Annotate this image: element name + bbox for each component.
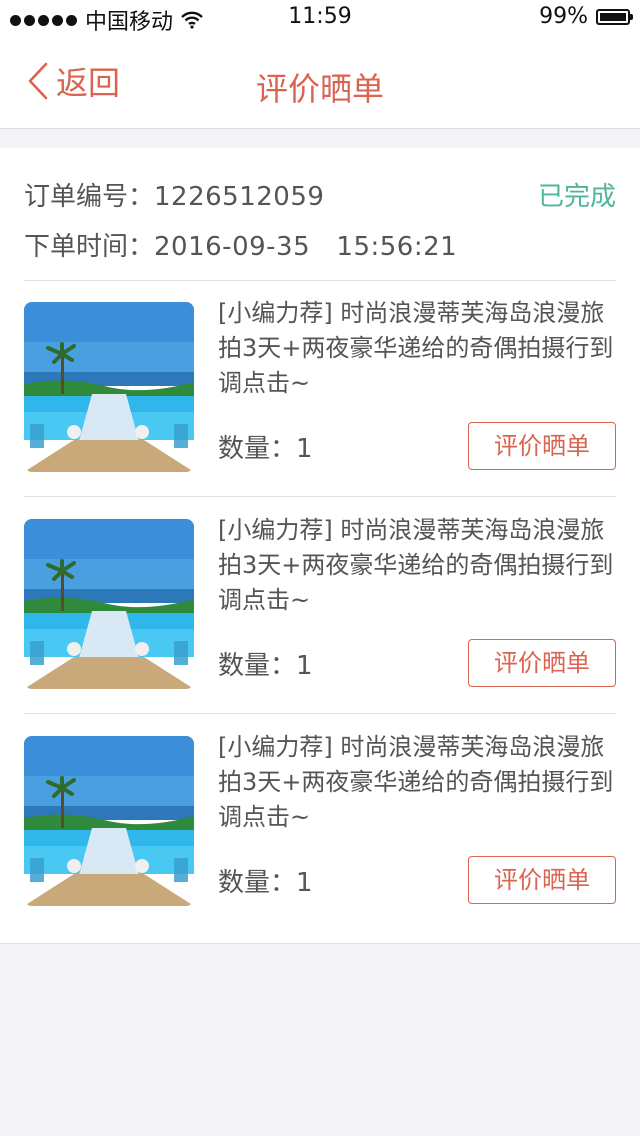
order-number-label: 订单编号： bbox=[24, 182, 155, 212]
quantity: 数量：1 bbox=[218, 645, 313, 682]
quantity: 数量：1 bbox=[218, 428, 313, 465]
quantity-value: 1 bbox=[296, 651, 313, 681]
order-number-row: 订单编号：1226512059 bbox=[24, 176, 324, 213]
product-thumbnail[interactable] bbox=[24, 302, 194, 472]
battery-icon bbox=[596, 8, 633, 25]
order-card: 订单编号：1226512059 下单时间：2016-09-35 15:56:21… bbox=[0, 148, 640, 944]
order-number-value: 1226512059 bbox=[154, 182, 325, 212]
battery-percent: 99% bbox=[539, 4, 588, 29]
quantity-value: 1 bbox=[296, 868, 313, 898]
order-time-label: 下单时间： bbox=[24, 232, 155, 262]
review-button[interactable]: 评价晒单 bbox=[468, 856, 616, 904]
review-button[interactable]: 评价晒单 bbox=[468, 639, 616, 687]
quantity: 数量：1 bbox=[218, 862, 313, 899]
order-time-value: 2016-09-35 15:56:21 bbox=[154, 232, 458, 262]
product-thumbnail[interactable] bbox=[24, 519, 194, 689]
quantity-label: 数量： bbox=[218, 868, 297, 898]
quantity-value: 1 bbox=[296, 434, 313, 464]
order-header: 订单编号：1226512059 下单时间：2016-09-35 15:56:21… bbox=[24, 148, 616, 281]
list-item[interactable]: [小编力荐] 时尚浪漫蒂芙海岛浪漫旅拍3天+两夜豪华递给的奇偶拍摄行到调点击~ … bbox=[24, 280, 616, 497]
order-time-row: 下单时间：2016-09-35 15:56:21 bbox=[24, 226, 457, 263]
product-title[interactable]: [小编力荐] 时尚浪漫蒂芙海岛浪漫旅拍3天+两夜豪华递给的奇偶拍摄行到调点击~ bbox=[218, 730, 618, 835]
list-item[interactable]: [小编力荐] 时尚浪漫蒂芙海岛浪漫旅拍3天+两夜豪华递给的奇偶拍摄行到调点击~ … bbox=[24, 497, 616, 714]
product-title[interactable]: [小编力荐] 时尚浪漫蒂芙海岛浪漫旅拍3天+两夜豪华递给的奇偶拍摄行到调点击~ bbox=[218, 513, 618, 618]
quantity-label: 数量： bbox=[218, 434, 297, 464]
page-title: 评价晒单 bbox=[255, 70, 384, 108]
status-right: 99% bbox=[539, 4, 633, 29]
product-title[interactable]: [小编力荐] 时尚浪漫蒂芙海岛浪漫旅拍3天+两夜豪华递给的奇偶拍摄行到调点击~ bbox=[218, 296, 618, 401]
order-status: 已完成 bbox=[537, 182, 616, 212]
review-button[interactable]: 评价晒单 bbox=[468, 422, 616, 470]
nav-bar: 返回 评价晒单 bbox=[0, 40, 640, 129]
list-item[interactable]: [小编力荐] 时尚浪漫蒂芙海岛浪漫旅拍3天+两夜豪华递给的奇偶拍摄行到调点击~ … bbox=[24, 714, 616, 930]
status-bar: 中国移动 11:59 99% bbox=[0, 0, 640, 40]
product-thumbnail[interactable] bbox=[24, 736, 194, 906]
quantity-label: 数量： bbox=[218, 651, 297, 681]
